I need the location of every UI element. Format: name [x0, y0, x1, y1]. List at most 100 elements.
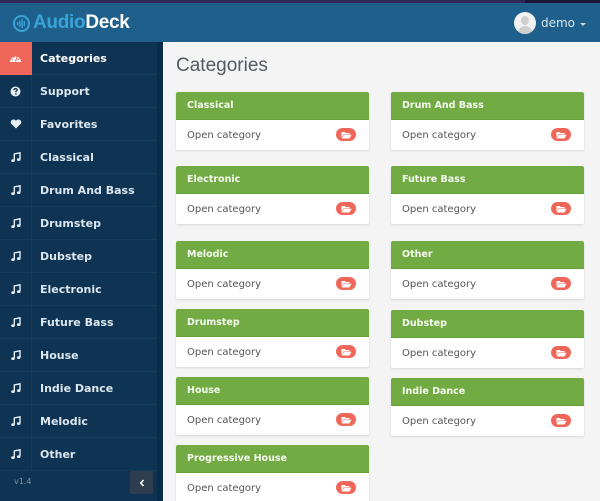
- logo-text-audio: Audio: [33, 12, 86, 33]
- category-panel-body: Open category: [391, 338, 584, 368]
- category-panel: Drum And Bass Open category: [391, 92, 584, 150]
- sidebar-item-melodic[interactable]: Melodic: [0, 404, 157, 438]
- folder-open-icon: [341, 205, 352, 213]
- category-panel: Drumstep Open category: [176, 309, 369, 367]
- folder-open-icon: [556, 417, 567, 425]
- open-category-button[interactable]: [336, 128, 356, 141]
- category-panel: Future Bass Open category: [391, 166, 584, 224]
- open-category-button[interactable]: [551, 202, 571, 215]
- sidebar-item-categories[interactable]: Categories: [0, 41, 157, 75]
- folder-open-icon: [556, 280, 567, 288]
- open-category-link[interactable]: Open category: [402, 204, 476, 215]
- sidebar-item-indie-dance[interactable]: Indie Dance: [0, 371, 157, 405]
- sidebar-item-drumstep[interactable]: Drumstep: [0, 206, 157, 240]
- sidebar-scrollbar[interactable]: [157, 42, 163, 501]
- category-title: Other: [402, 249, 433, 260]
- category-panel-body: Open category: [391, 120, 584, 150]
- sidebar-item-other[interactable]: Other: [0, 437, 157, 471]
- sidebar-item-favorites[interactable]: Favorites: [0, 107, 157, 141]
- sidebar-item-classical[interactable]: Classical: [0, 140, 157, 174]
- category-panel-body: Open category: [176, 473, 369, 501]
- category-title: House: [187, 385, 221, 396]
- music-note-icon: [0, 272, 32, 306]
- open-category-link[interactable]: Open category: [402, 416, 476, 427]
- page-title: Categories: [176, 55, 268, 76]
- category-panel-body: Open category: [176, 405, 369, 435]
- dashboard-icon: [0, 41, 32, 75]
- app-version: v1.4: [14, 477, 32, 486]
- open-category-link[interactable]: Open category: [402, 348, 476, 359]
- open-category-button[interactable]: [336, 413, 356, 426]
- category-panel-body: Open category: [176, 194, 369, 224]
- category-panel-body: Open category: [391, 406, 584, 436]
- category-title: Melodic: [187, 249, 229, 260]
- category-panel-header: Melodic: [176, 241, 369, 269]
- category-title: Classical: [187, 100, 234, 111]
- user-menu[interactable]: demo: [513, 10, 586, 36]
- category-panel: Progressive House Open category: [176, 445, 369, 501]
- folder-open-icon: [556, 131, 567, 139]
- category-panel-header: Future Bass: [391, 166, 584, 194]
- sidebar-item-label: Indie Dance: [40, 381, 114, 395]
- music-note-icon: [0, 305, 32, 339]
- sidebar-item-label: Dubstep: [40, 249, 92, 263]
- category-panel-header: Classical: [176, 92, 369, 120]
- open-category-button[interactable]: [551, 277, 571, 290]
- username: demo: [540, 16, 575, 30]
- sidebar-item-support[interactable]: Support: [0, 74, 157, 108]
- open-category-link[interactable]: Open category: [187, 415, 261, 426]
- sidebar-item-label: Melodic: [40, 414, 88, 428]
- sidebar-item-electronic[interactable]: Electronic: [0, 272, 157, 306]
- category-panel: Electronic Open category: [176, 166, 369, 224]
- sidebar-item-drum-and-bass[interactable]: Drum And Bass: [0, 173, 157, 207]
- category-panel-header: House: [176, 377, 369, 405]
- sidebar-item-label: Drum And Bass: [40, 183, 135, 197]
- sidebar-item-dubstep[interactable]: Dubstep: [0, 239, 157, 273]
- sidebar-item-label: Classical: [40, 150, 94, 164]
- sidebar-item-label: Categories: [40, 51, 107, 65]
- open-category-link[interactable]: Open category: [187, 130, 261, 141]
- music-note-icon: [0, 173, 32, 207]
- sidebar-item-future-bass[interactable]: Future Bass: [0, 305, 157, 339]
- heart-icon: [0, 107, 32, 141]
- open-category-link[interactable]: Open category: [187, 347, 261, 358]
- open-category-button[interactable]: [336, 202, 356, 215]
- category-panel-body: Open category: [176, 120, 369, 150]
- category-title: Drumstep: [187, 317, 240, 328]
- open-category-link[interactable]: Open category: [402, 279, 476, 290]
- sidebar-item-house[interactable]: House: [0, 338, 157, 372]
- sidebar-item-label: House: [40, 348, 79, 362]
- music-note-icon: [0, 437, 32, 471]
- category-panel-body: Open category: [391, 194, 584, 224]
- category-title: Electronic: [187, 174, 241, 185]
- open-category-link[interactable]: Open category: [187, 279, 261, 290]
- open-category-button[interactable]: [336, 345, 356, 358]
- open-category-link[interactable]: Open category: [402, 130, 476, 141]
- app-logo[interactable]: AudioDeck: [13, 11, 130, 35]
- category-panel-header: Electronic: [176, 166, 369, 194]
- open-category-link[interactable]: Open category: [187, 483, 261, 494]
- open-category-link[interactable]: Open category: [187, 204, 261, 215]
- open-category-button[interactable]: [551, 346, 571, 359]
- category-panel-header: Progressive House: [176, 445, 369, 473]
- folder-open-icon: [556, 349, 567, 357]
- sidebar-item-label: Support: [40, 84, 90, 98]
- category-panel: Indie Dance Open category: [391, 378, 584, 436]
- caret-down-icon: [580, 22, 586, 26]
- question-circle-icon: [0, 74, 32, 108]
- folder-open-icon: [341, 484, 352, 492]
- open-category-button[interactable]: [336, 481, 356, 494]
- open-category-button[interactable]: [551, 128, 571, 141]
- sidebar-item-label: Electronic: [40, 282, 102, 296]
- audio-wave-icon: [13, 14, 30, 32]
- category-panel: House Open category: [176, 377, 369, 435]
- app-logo-text: AudioDeck: [33, 12, 130, 34]
- music-note-icon: [0, 206, 32, 240]
- sidebar-collapse-button[interactable]: [130, 471, 153, 494]
- logo-text-deck: Deck: [85, 12, 130, 33]
- category-title: Future Bass: [402, 174, 466, 185]
- music-note-icon: [0, 338, 32, 372]
- chevron-left-icon: [139, 478, 144, 487]
- open-category-button[interactable]: [551, 414, 571, 427]
- open-category-button[interactable]: [336, 277, 356, 290]
